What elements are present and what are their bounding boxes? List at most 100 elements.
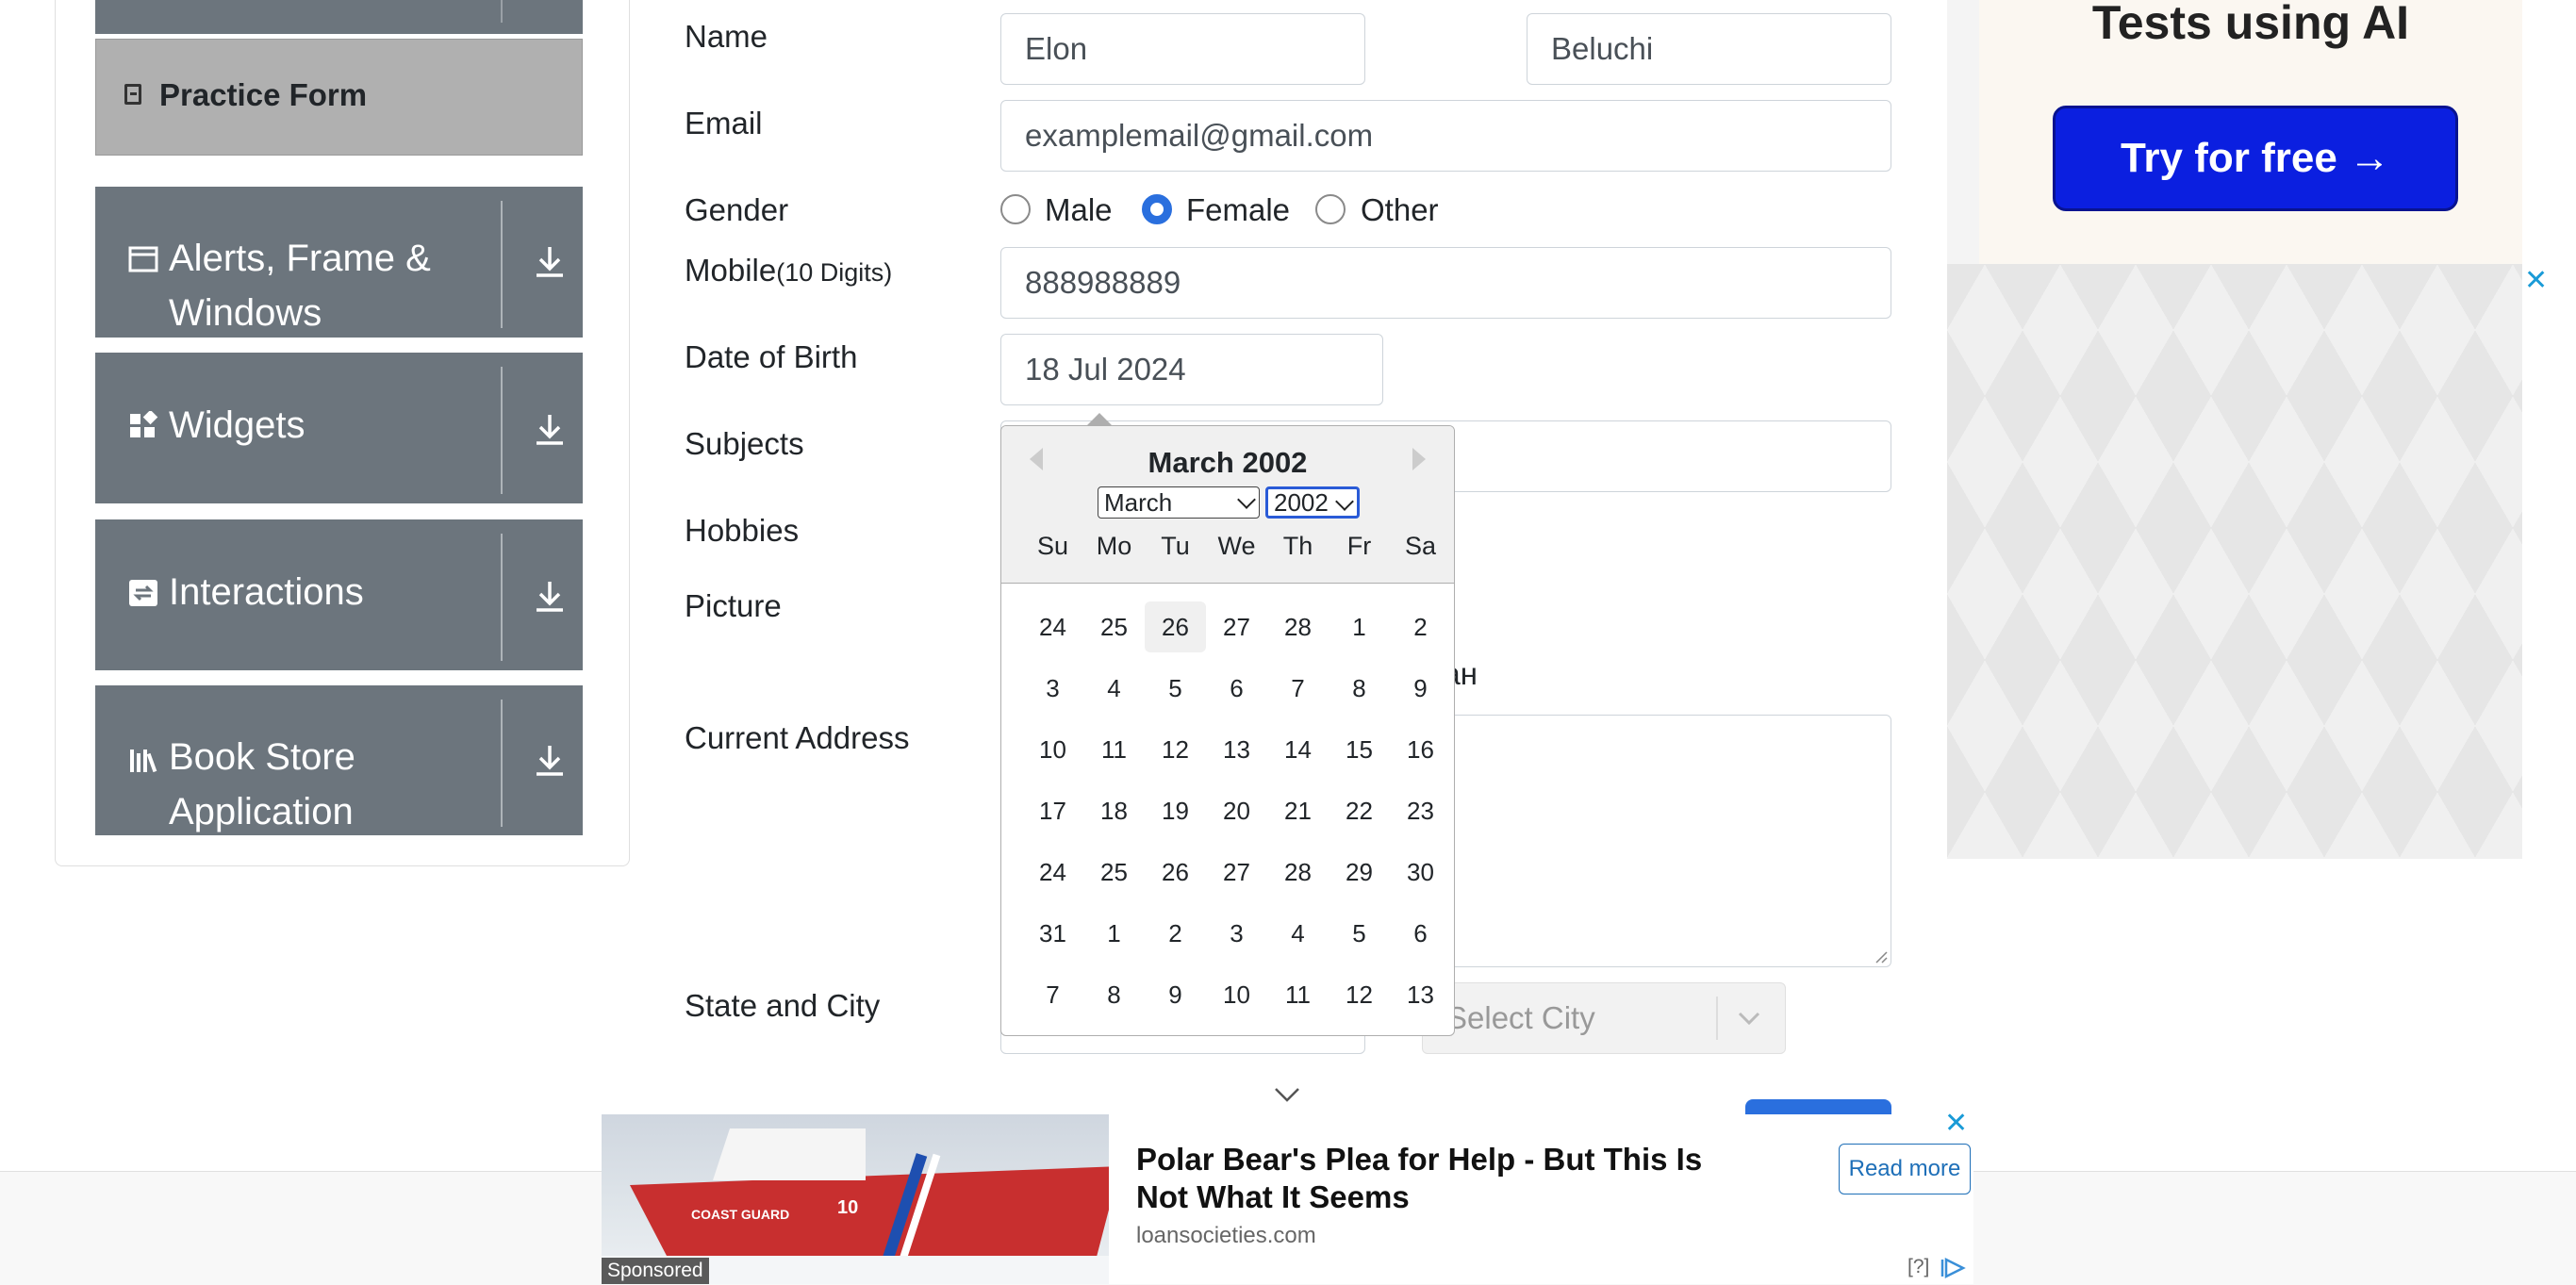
datepicker-day[interactable]: 23 <box>1390 785 1451 836</box>
download-icon[interactable] <box>531 578 569 616</box>
sidebar-group-interactions[interactable]: Interactions <box>95 519 583 670</box>
gender-radio-male[interactable] <box>1000 194 1031 224</box>
interactions-icon <box>129 580 157 606</box>
sidebar-item-forms[interactable] <box>95 0 583 34</box>
datepicker-day[interactable]: 17 <box>1022 785 1083 836</box>
ad-info-link[interactable]: [?] <box>1907 1256 1929 1278</box>
mobile-input[interactable]: 888988889 <box>1000 247 1891 319</box>
datepicker-day[interactable]: 31 <box>1022 908 1083 959</box>
sidebar-group-alerts[interactable]: Alerts, Frame & Windows <box>95 187 583 338</box>
datepicker-day[interactable]: 27 <box>1206 847 1267 898</box>
datepicker-day[interactable]: 6 <box>1390 908 1451 959</box>
datepicker-day[interactable]: 26 <box>1145 847 1206 898</box>
ad-title: Tests using AI <box>2091 0 2410 49</box>
datepicker-day[interactable]: 4 <box>1083 663 1145 714</box>
datepicker-day[interactable]: 12 <box>1329 969 1390 1020</box>
month-select[interactable]: March <box>1098 486 1260 519</box>
download-icon[interactable] <box>531 411 569 449</box>
datepicker-day[interactable]: 16 <box>1390 724 1451 775</box>
datepicker-day[interactable]: 1 <box>1083 908 1145 959</box>
datepicker-day[interactable]: 13 <box>1390 969 1451 1020</box>
date-of-birth-input[interactable]: 18 Jul 2024 <box>1000 334 1383 405</box>
datepicker-day[interactable]: 25 <box>1083 601 1145 652</box>
last-name-input[interactable]: Beluchi <box>1527 13 1891 85</box>
datepicker-day[interactable]: 15 <box>1329 724 1390 775</box>
sidebar-group-label-line2: Application <box>169 791 354 832</box>
datepicker-day[interactable]: 13 <box>1206 724 1267 775</box>
datepicker-day[interactable]: 20 <box>1206 785 1267 836</box>
datepicker-day[interactable]: 7 <box>1267 663 1329 714</box>
datepicker-day[interactable]: 25 <box>1083 847 1145 898</box>
year-select[interactable]: 2002 <box>1265 486 1360 519</box>
email-label: Email <box>685 106 763 140</box>
sidebar-item-practice-form[interactable]: Practice Form <box>95 39 583 156</box>
sidebar-group-label: Interactions <box>169 571 364 613</box>
ad-banner[interactable]: Tests using AI Try for free → <box>1979 0 2522 264</box>
datepicker-day[interactable]: 28 <box>1267 601 1329 652</box>
ship-text: COAST GUARD <box>691 1207 790 1222</box>
datepicker-day[interactable]: 10 <box>1022 724 1083 775</box>
datepicker-day[interactable]: 4 <box>1267 908 1329 959</box>
gender-option-male[interactable]: Male <box>1045 192 1113 228</box>
mobile-label: Mobile(10 Digits) <box>685 253 892 288</box>
gender-option-female[interactable]: Female <box>1186 192 1290 228</box>
datepicker-day[interactable]: 8 <box>1329 663 1390 714</box>
datepicker-day[interactable]: 2 <box>1145 908 1206 959</box>
datepicker-day[interactable]: 6 <box>1206 663 1267 714</box>
read-more-button[interactable]: Read more <box>1839 1144 1971 1194</box>
datepicker-day[interactable]: 5 <box>1329 908 1390 959</box>
datepicker-day[interactable]: 7 <box>1022 969 1083 1020</box>
chevron-down-icon[interactable] <box>1736 1007 1762 1030</box>
datepicker-day[interactable]: 3 <box>1206 908 1267 959</box>
datepicker-day[interactable]: 10 <box>1206 969 1267 1020</box>
city-select[interactable]: Select City <box>1422 982 1786 1054</box>
datepicker-day[interactable]: 9 <box>1390 663 1451 714</box>
datepicker-day[interactable]: 11 <box>1083 724 1145 775</box>
datepicker-day[interactable]: 27 <box>1206 601 1267 652</box>
close-icon[interactable]: ✕ <box>2524 264 2548 297</box>
datepicker-day[interactable]: 21 <box>1267 785 1329 836</box>
datepicker-day[interactable]: 1 <box>1329 601 1390 652</box>
adchoices-icon[interactable] <box>1940 1258 1969 1278</box>
resize-handle-icon[interactable] <box>1873 948 1888 964</box>
first-name-input[interactable]: Elon <box>1000 13 1365 85</box>
datepicker-day[interactable]: 30 <box>1390 847 1451 898</box>
datepicker-day[interactable]: 29 <box>1329 847 1390 898</box>
download-icon[interactable] <box>531 742 569 780</box>
sidebar-group-label-line2: Windows <box>169 292 322 334</box>
datepicker-day[interactable]: 9 <box>1145 969 1206 1020</box>
sidebar-group-widgets[interactable]: Widgets <box>95 353 583 503</box>
bottom-ad[interactable]: COAST GUARD 10 Sponsored Polar Bear's Pl… <box>602 1108 1973 1284</box>
datepicker-header: March 2002 March 2002 Su Mo Tu We Th Fr … <box>1001 426 1454 584</box>
datepicker-day[interactable]: 12 <box>1145 724 1206 775</box>
right-ad[interactable]: Tests using AI Try for free → ✕ <box>1947 0 2548 859</box>
widgets-icon <box>130 411 158 437</box>
datepicker-day[interactable]: 14 <box>1267 724 1329 775</box>
close-icon[interactable]: ✕ <box>1944 1107 1968 1140</box>
chevron-down-icon <box>1335 492 1354 511</box>
datepicker-day[interactable]: 5 <box>1145 663 1206 714</box>
city-select-placeholder: Select City <box>1446 1000 1595 1035</box>
datepicker-day[interactable]: 8 <box>1083 969 1145 1020</box>
datepicker-day[interactable]: 22 <box>1329 785 1390 836</box>
datepicker-day[interactable]: 19 <box>1145 785 1206 836</box>
try-for-free-button[interactable]: Try for free → <box>2053 106 2458 211</box>
gender-radio-female[interactable] <box>1142 194 1172 224</box>
datepicker-day[interactable]: 11 <box>1267 969 1329 1020</box>
datepicker-day[interactable]: 26 <box>1145 601 1206 652</box>
datepicker-day[interactable]: 28 <box>1267 847 1329 898</box>
datepicker-day[interactable]: 24 <box>1022 601 1083 652</box>
chevron-down-icon[interactable] <box>1273 1084 1301 1105</box>
datepicker-day[interactable]: 24 <box>1022 847 1083 898</box>
datepicker-day[interactable]: 18 <box>1083 785 1145 836</box>
weekday-label: Th <box>1282 532 1313 560</box>
gender-option-other[interactable]: Other <box>1361 192 1439 228</box>
gender-radio-other[interactable] <box>1315 194 1346 224</box>
ad-image[interactable]: COAST GUARD 10 Sponsored <box>602 1114 1109 1284</box>
download-icon[interactable] <box>531 243 569 281</box>
datepicker-day[interactable]: 3 <box>1022 663 1083 714</box>
datepicker-day[interactable]: 2 <box>1390 601 1451 652</box>
ad-headline[interactable]: Polar Bear's Plea for Help - But This Is… <box>1136 1141 1759 1216</box>
email-input[interactable]: examplemail@gmail.com <box>1000 100 1891 172</box>
sidebar-group-book-store[interactable]: Book Store Application <box>95 685 583 835</box>
